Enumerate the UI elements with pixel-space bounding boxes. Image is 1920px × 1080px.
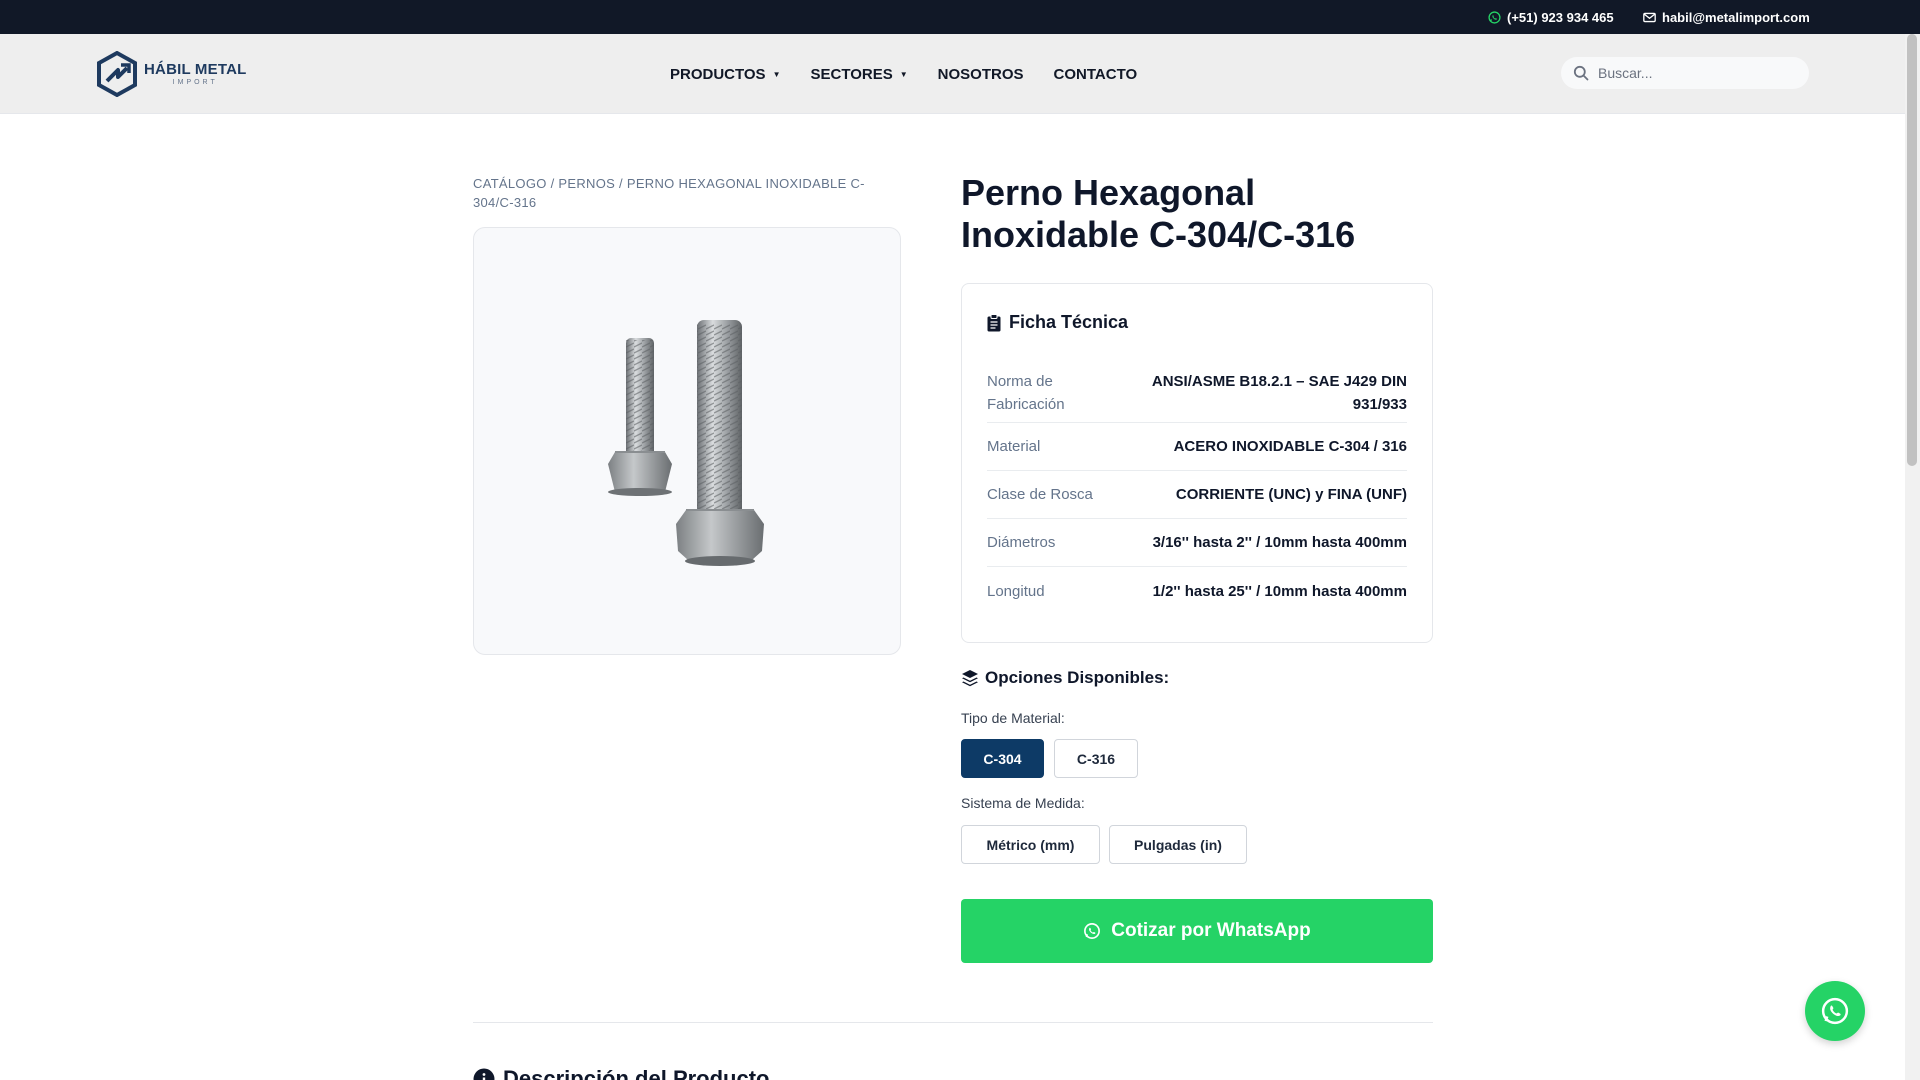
nav-contacto[interactable]: CONTACTO bbox=[1054, 66, 1138, 83]
nav-contacto-label: CONTACTO bbox=[1053, 65, 1138, 83]
material-type-label: Tipo de Material: bbox=[961, 710, 1065, 726]
spec-value: 3/16'' hasta 2'' / 10mm hasta 400mm bbox=[1152, 534, 1407, 551]
email-contact[interactable]: habil@metalimport.com bbox=[1643, 0, 1810, 34]
spec-row-norma: Norma de Fabricación ANSI/ASME B18.2.1 –… bbox=[987, 363, 1407, 423]
whatsapp-quote-label: Cotizar por WhatsApp bbox=[1111, 920, 1311, 941]
main-header: HÁBIL METAL IMPORT PRODUCTOS ▼ SECTORES … bbox=[0, 34, 1905, 114]
phone-text: (+51) 923 934 465 bbox=[1507, 9, 1614, 25]
spec-key: Longitud bbox=[987, 582, 1045, 600]
main-nav: PRODUCTOS ▼ SECTORES ▼ NOSOTROS CONTACTO bbox=[670, 34, 1137, 114]
whatsapp-icon bbox=[1488, 10, 1501, 24]
measure-system-label: Sistema de Medida: bbox=[961, 795, 1085, 811]
options-heading-text: Opciones Disponibles: bbox=[985, 668, 1170, 687]
spec-key: Clase de Rosca bbox=[987, 486, 1093, 503]
measure-option-metric[interactable]: Métrico (mm) bbox=[961, 825, 1100, 864]
search-icon bbox=[1573, 65, 1589, 81]
breadcrumb[interactable]: CATÁLOGO / PERNOS / PERNO HEXAGONAL INOX… bbox=[473, 174, 903, 212]
logo[interactable]: HÁBIL METAL IMPORT bbox=[96, 50, 246, 98]
search-box bbox=[1561, 57, 1809, 89]
product-image-frame bbox=[473, 227, 901, 655]
spec-key: Material bbox=[987, 438, 1041, 455]
info-icon bbox=[473, 1068, 495, 1080]
spec-heading-text: Ficha Técnica bbox=[1009, 312, 1129, 332]
product-title: Perno Hexagonal Inoxidable C-304/C-316 bbox=[961, 172, 1356, 255]
material-option-c316[interactable]: C-316 bbox=[1054, 739, 1138, 778]
spec-heading: Ficha Técnica bbox=[987, 312, 1128, 333]
whatsapp-icon bbox=[1821, 997, 1849, 1025]
search-input[interactable] bbox=[1598, 65, 1798, 81]
whatsapp-icon bbox=[1084, 923, 1101, 939]
nav-nosotros[interactable]: NOSOTROS bbox=[938, 66, 1024, 83]
caret-down-icon: ▼ bbox=[899, 69, 908, 79]
email-text: habil@metalimport.com bbox=[1662, 9, 1810, 25]
spec-value: ANSI/ASME B18.2.1 – SAE J429 DIN 931/933 bbox=[1151, 372, 1407, 413]
spec-card: Ficha Técnica Norma de Fabricación ANSI/… bbox=[961, 283, 1433, 643]
product-image bbox=[608, 320, 764, 566]
spec-value: ACERO INOXIDABLE C-304 / 316 bbox=[1173, 438, 1407, 455]
spec-row-rosca: Clase de Rosca CORRIENTE (UNC) y FINA (U… bbox=[987, 471, 1407, 519]
spec-row-longitud: Longitud 1/2'' hasta 25'' / 10mm hasta 4… bbox=[987, 567, 1407, 615]
spec-row-material: Material ACERO INOXIDABLE C-304 / 316 bbox=[987, 423, 1407, 471]
logo-brand: HÁBIL METAL bbox=[144, 61, 247, 78]
measure-option-inches[interactable]: Pulgadas (in) bbox=[1109, 825, 1247, 864]
material-option-c304[interactable]: C-304 bbox=[961, 739, 1044, 778]
nav-productos[interactable]: PRODUCTOS ▼ bbox=[670, 66, 781, 83]
logo-wordmark: HÁBIL METAL IMPORT bbox=[144, 62, 246, 86]
description-heading-text: Descripción del Producto bbox=[503, 1066, 770, 1080]
caret-down-icon: ▼ bbox=[772, 69, 781, 79]
nav-nosotros-label: NOSOTROS bbox=[937, 65, 1024, 83]
whatsapp-quote-button[interactable]: Cotizar por WhatsApp bbox=[961, 899, 1433, 963]
top-bar: (+51) 923 934 465 habil@metalimport.com bbox=[0, 0, 1920, 34]
nav-sectores-label: SECTORES bbox=[810, 65, 893, 83]
spec-key: Norma de Fabricación bbox=[987, 372, 1065, 413]
envelope-icon bbox=[1643, 12, 1656, 22]
clipboard-icon bbox=[987, 313, 1001, 331]
scrollbar-thumb[interactable] bbox=[1907, 34, 1917, 466]
spec-row-diametros: Diámetros 3/16'' hasta 2'' / 10mm hasta … bbox=[987, 519, 1407, 567]
layers-icon bbox=[962, 670, 978, 687]
spec-value: 1/2'' hasta 25'' / 10mm hasta 400mm bbox=[1152, 582, 1407, 600]
logo-mark-icon bbox=[97, 51, 137, 97]
logo-sub: IMPORT bbox=[172, 79, 218, 86]
description-heading: Descripción del Producto bbox=[473, 1066, 770, 1080]
section-divider bbox=[473, 1022, 1433, 1023]
nav-productos-label: PRODUCTOS bbox=[670, 65, 766, 83]
spec-value: CORRIENTE (UNC) y FINA (UNF) bbox=[1175, 486, 1407, 503]
phone-contact[interactable]: (+51) 923 934 465 bbox=[1488, 0, 1614, 34]
nav-sectores[interactable]: SECTORES ▼ bbox=[811, 66, 908, 83]
spec-key: Diámetros bbox=[987, 534, 1056, 551]
floating-whatsapp-button[interactable] bbox=[1805, 981, 1865, 1041]
options-heading: Opciones Disponibles: bbox=[961, 668, 1169, 688]
